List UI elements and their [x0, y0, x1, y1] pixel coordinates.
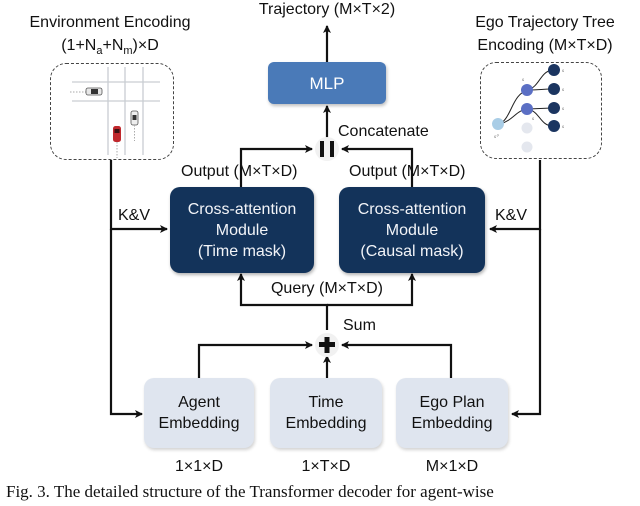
figure-caption: Fig. 3. The detailed structure of the Tr… — [6, 482, 494, 501]
trajectory-tree-illustration: s⁰ s s s s s s — [492, 64, 564, 153]
arrow-env-to-agent-embedding — [109, 229, 143, 418]
concatenate-operator — [315, 137, 339, 161]
svg-text:s⁰: s⁰ — [494, 134, 499, 140]
embedding-line: Embedding — [285, 415, 367, 432]
cross-attention-time-mask: Cross-attention Module (Time mask) — [170, 187, 314, 273]
svg-text:s: s — [532, 117, 534, 122]
embedding-line: Ego Plan — [419, 394, 485, 411]
module-line: (Causal mask) — [360, 242, 464, 260]
ego-plan-embedding-shape: M×1×D — [425, 458, 479, 475]
module-line: Cross-attention — [357, 200, 467, 218]
embedding-line: Embedding — [158, 415, 240, 432]
right-kv-label: K&V — [495, 207, 528, 224]
concatenate-label: Concatenate — [338, 123, 429, 140]
ego-tree-shape: Encoding (M×T×D) — [477, 37, 613, 54]
ego-tree-title: Ego Trajectory Tree — [475, 14, 615, 31]
right-output-label: Output (M×T×D) — [349, 163, 466, 180]
time-embedding-shape: 1×T×D — [301, 458, 351, 475]
env-shape-prefix: (1+N — [61, 37, 97, 54]
tree-leaf-node — [548, 102, 560, 114]
road-map-illustration — [70, 67, 160, 158]
svg-text:s: s — [562, 107, 564, 112]
module-line: Module — [385, 221, 439, 239]
svg-text:s: s — [562, 69, 564, 74]
cross-attention-causal-mask: Cross-attention Module (Causal mask) — [339, 187, 485, 273]
embedding-line: Embedding — [411, 415, 493, 432]
env-shape-mid: +N — [102, 37, 124, 54]
tree-leaf-node — [548, 83, 560, 95]
tree-leaf-node — [548, 64, 560, 76]
embedding-line: Agent — [178, 394, 220, 411]
query-label: Query (M×T×D) — [270, 280, 383, 297]
ego-car — [113, 126, 121, 158]
tree-mid-node — [521, 103, 533, 115]
tree-leaf-node — [548, 120, 560, 132]
time-embedding-block: Time Embedding — [270, 378, 382, 448]
env-shape-suffix: )×D — [132, 37, 159, 54]
sum-label: Sum — [343, 317, 376, 334]
sum-operator — [315, 333, 339, 357]
svg-text:s: s — [562, 88, 564, 93]
agent-car-vertical — [130, 110, 139, 141]
module-line: Cross-attention — [187, 200, 297, 218]
module-line: Module — [215, 221, 269, 239]
trajectory-output-label: Trajectory (M×T×2) — [258, 1, 396, 18]
arrow-ego-plan-embedding-to-sum — [341, 341, 453, 378]
env-shape-sub-m: m — [123, 45, 133, 58]
left-kv-label: K&V — [118, 207, 151, 224]
ego-plan-embedding-block: Ego Plan Embedding — [396, 378, 508, 448]
agent-embedding-block: Agent Embedding — [144, 378, 254, 448]
tree-mid-node — [521, 84, 533, 96]
tree-faded-node — [521, 141, 533, 153]
arrow-agent-embedding-to-sum — [197, 341, 313, 378]
svg-text:s: s — [522, 78, 524, 83]
agent-car-horizontal — [70, 87, 103, 96]
svg-text:s: s — [562, 125, 564, 130]
module-line: (Time mask) — [197, 242, 287, 260]
mlp-block: MLP — [268, 62, 386, 104]
tree-root-node — [492, 118, 504, 130]
tree-faded-node — [521, 122, 533, 134]
mlp-label: MLP — [309, 73, 345, 93]
embedding-line: Time — [308, 394, 344, 411]
environment-encoding-title: Environment Encoding — [29, 14, 191, 31]
arrow-tree-to-ego-plan-embedding — [511, 229, 542, 418]
left-output-label: Output (M×T×D) — [181, 163, 298, 180]
agent-embedding-shape: 1×1×D — [174, 458, 224, 475]
environment-encoding-shape: (1+Na+Nm)×D — [0, 37, 220, 60]
